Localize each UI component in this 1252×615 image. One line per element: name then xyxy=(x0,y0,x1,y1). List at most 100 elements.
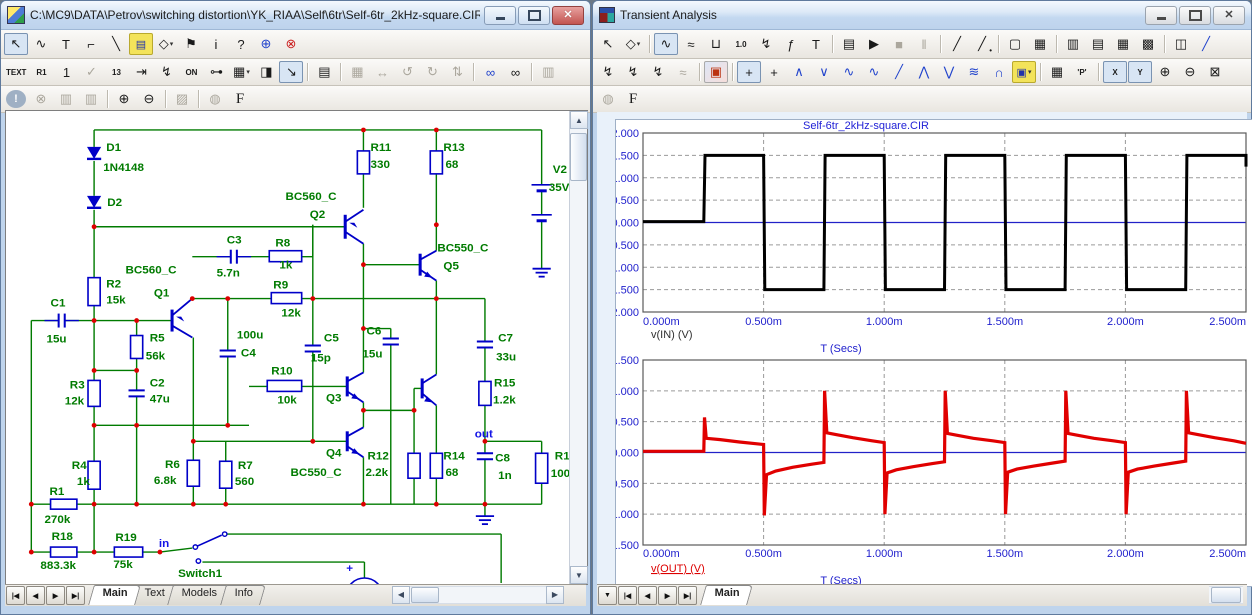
flag-tool[interactable]: ⚑ xyxy=(179,33,203,55)
scope-mode-button[interactable]: ∿ xyxy=(654,33,678,55)
text-tool[interactable]: T xyxy=(804,33,828,55)
tab-nav-button[interactable]: ▶ xyxy=(46,586,65,605)
pattern-vlines-button[interactable]: ▥ xyxy=(1061,33,1085,55)
font-button[interactable]: F xyxy=(228,88,252,110)
run-button[interactable]: ▶ xyxy=(862,33,886,55)
power-toggle[interactable]: ↯ xyxy=(154,61,178,83)
global-low-button[interactable]: ⋁ xyxy=(937,61,961,83)
dropdown-arrow-icon[interactable]: ▾ xyxy=(170,40,174,48)
grid-box-button[interactable]: ▦ xyxy=(1028,33,1052,55)
sheet-tab-main[interactable]: Main xyxy=(88,585,141,605)
tab-nav-button[interactable]: ◀ xyxy=(26,586,45,605)
help-mode-tool[interactable]: ? xyxy=(229,33,253,55)
close-button[interactable]: ✕ xyxy=(552,6,584,25)
node-snap-toggle[interactable]: ↘ xyxy=(279,61,303,83)
axis-format-button[interactable]: 1.0 xyxy=(729,33,753,55)
border-toggle[interactable]: ◨ xyxy=(254,61,278,83)
info-tool[interactable]: i xyxy=(204,33,228,55)
component-mode-icon[interactable]: ∿ xyxy=(29,33,53,55)
xy-plot-icon[interactable]: ▣ xyxy=(704,61,728,83)
probe-button[interactable]: ↯ xyxy=(754,33,778,55)
schematic-vscrollbar[interactable]: ▲ ▼ xyxy=(569,111,587,584)
slope-button[interactable]: ╱ xyxy=(1194,33,1218,55)
right-titlebar[interactable]: Transient Analysis ✕ xyxy=(593,1,1251,30)
flip-vertical-button[interactable]: ⇅ xyxy=(445,61,469,83)
pin-connections-toggle[interactable]: ⊶ xyxy=(204,61,228,83)
numeric-output-button[interactable]: ▦ xyxy=(1045,61,1069,83)
scroll-down-button[interactable]: ▼ xyxy=(570,566,588,584)
line-tool[interactable]: ╱ xyxy=(945,33,969,55)
help-topics-button[interactable]: ▥ xyxy=(536,61,560,83)
low-button[interactable]: ∿ xyxy=(862,61,886,83)
pattern-hlines-button[interactable]: ▤ xyxy=(1086,33,1110,55)
zoom-box-button[interactable]: ⊠ xyxy=(1203,61,1227,83)
globe-icon[interactable]: ◍ xyxy=(203,88,227,110)
inflection-button[interactable]: ≋ xyxy=(962,61,986,83)
trace-label[interactable]: v(IN) (V) xyxy=(651,329,693,341)
properties-button[interactable]: ▤ xyxy=(837,33,861,55)
find-part-button[interactable]: ∞ xyxy=(478,61,502,83)
select-tool[interactable]: ↖ xyxy=(596,33,620,55)
tab-nav-button[interactable]: ▶| xyxy=(678,586,697,605)
select-box-button[interactable]: ▢ xyxy=(1003,33,1027,55)
tab-nav-button[interactable]: ▼ xyxy=(598,586,617,605)
node-voltages-toggle[interactable]: 13 xyxy=(104,61,128,83)
hold-box-button[interactable]: ⊔ xyxy=(704,33,728,55)
go-to-branch-button[interactable]: ▣▾ xyxy=(1012,61,1036,83)
bus-tool[interactable]: ▤ xyxy=(129,33,153,55)
global-high-button[interactable]: ⋀ xyxy=(912,61,936,83)
minimize-button[interactable] xyxy=(484,6,516,25)
node-numbers-toggle[interactable]: 1 xyxy=(54,61,78,83)
grid-toggle[interactable]: ▦▾ xyxy=(229,61,253,83)
current-arrows-toggle[interactable]: ⇥ xyxy=(129,61,153,83)
zoom-in-button[interactable]: ⊕ xyxy=(112,88,136,110)
tab-nav-button[interactable]: |◀ xyxy=(618,586,637,605)
properties-button[interactable]: ▤ xyxy=(312,61,336,83)
web-icon[interactable]: ⊕ xyxy=(254,33,278,55)
cursor-v-button[interactable]: + xyxy=(762,61,786,83)
scroll-left-button[interactable]: ◀ xyxy=(392,586,410,604)
sheet-tab-info[interactable]: Info xyxy=(220,585,266,605)
zoom-out-button[interactable]: ⊖ xyxy=(137,88,161,110)
pattern-dots-button[interactable]: ▩ xyxy=(1136,33,1160,55)
cursor-h-button[interactable]: + xyxy=(737,61,761,83)
select-tool[interactable]: ↖ xyxy=(4,33,28,55)
copy-picture-button[interactable]: ▥ xyxy=(54,88,78,110)
line-tool[interactable]: ╲ xyxy=(104,33,128,55)
tab-nav-button[interactable]: ▶ xyxy=(658,586,677,605)
paste-picture-button[interactable]: ▥ xyxy=(79,88,103,110)
pattern-grid-button[interactable]: ▦ xyxy=(1111,33,1135,55)
vscroll-thumb[interactable] xyxy=(570,133,587,181)
probe-off-icon[interactable]: ≈ xyxy=(671,61,695,83)
no-errors-icon[interactable]: ⊗ xyxy=(279,33,303,55)
probe-vertical-icon[interactable]: ↯ xyxy=(596,61,620,83)
shape-tool[interactable]: ◇▾ xyxy=(154,33,178,55)
error-circle-icon[interactable]: ⊗ xyxy=(29,88,53,110)
rotate-cw-button[interactable]: ↻ xyxy=(420,61,444,83)
minimize-button[interactable] xyxy=(1145,6,1177,25)
globe-icon[interactable]: ◍ xyxy=(596,88,620,110)
schematic-hscrollbar[interactable]: ◀ ▶ xyxy=(392,586,564,603)
scroll-right-button[interactable]: ▶ xyxy=(546,586,564,604)
probe-both-icon[interactable]: ↯ xyxy=(646,61,670,83)
split-plots-button[interactable]: ◫ xyxy=(1169,33,1193,55)
close-button[interactable]: ✕ xyxy=(1213,6,1245,25)
polyline-tool[interactable]: ╱ xyxy=(970,33,994,55)
tab-nav-button[interactable]: |◀ xyxy=(6,586,25,605)
text-attr-toggle[interactable]: TEXT xyxy=(4,61,28,83)
x-scale-button[interactable]: X xyxy=(1103,61,1127,83)
plot-hscrollbar[interactable] xyxy=(1209,586,1243,603)
wire-tool[interactable]: ⌐ xyxy=(79,33,103,55)
maximize-button[interactable] xyxy=(1179,6,1211,25)
select-box-tool[interactable]: ▦ xyxy=(345,61,369,83)
stop-button[interactable]: ■ xyxy=(887,33,911,55)
dropdown-arrow-icon[interactable]: ▾ xyxy=(246,68,250,76)
dropdown-arrow-icon[interactable]: ▾ xyxy=(637,40,641,48)
plots-canvas[interactable]: Self-6tr_2kHz-square.CIR2.0001.5001.0000… xyxy=(616,120,1252,586)
scroll-up-button[interactable]: ▲ xyxy=(570,111,588,129)
slope-cursor-button[interactable]: ╱ xyxy=(887,61,911,83)
text-tool[interactable]: T xyxy=(54,33,78,55)
trace-label[interactable]: v(OUT) (V) xyxy=(651,563,705,575)
zoom-out-button[interactable]: ⊖ xyxy=(1178,61,1202,83)
period-button[interactable]: 'P' xyxy=(1070,61,1094,83)
